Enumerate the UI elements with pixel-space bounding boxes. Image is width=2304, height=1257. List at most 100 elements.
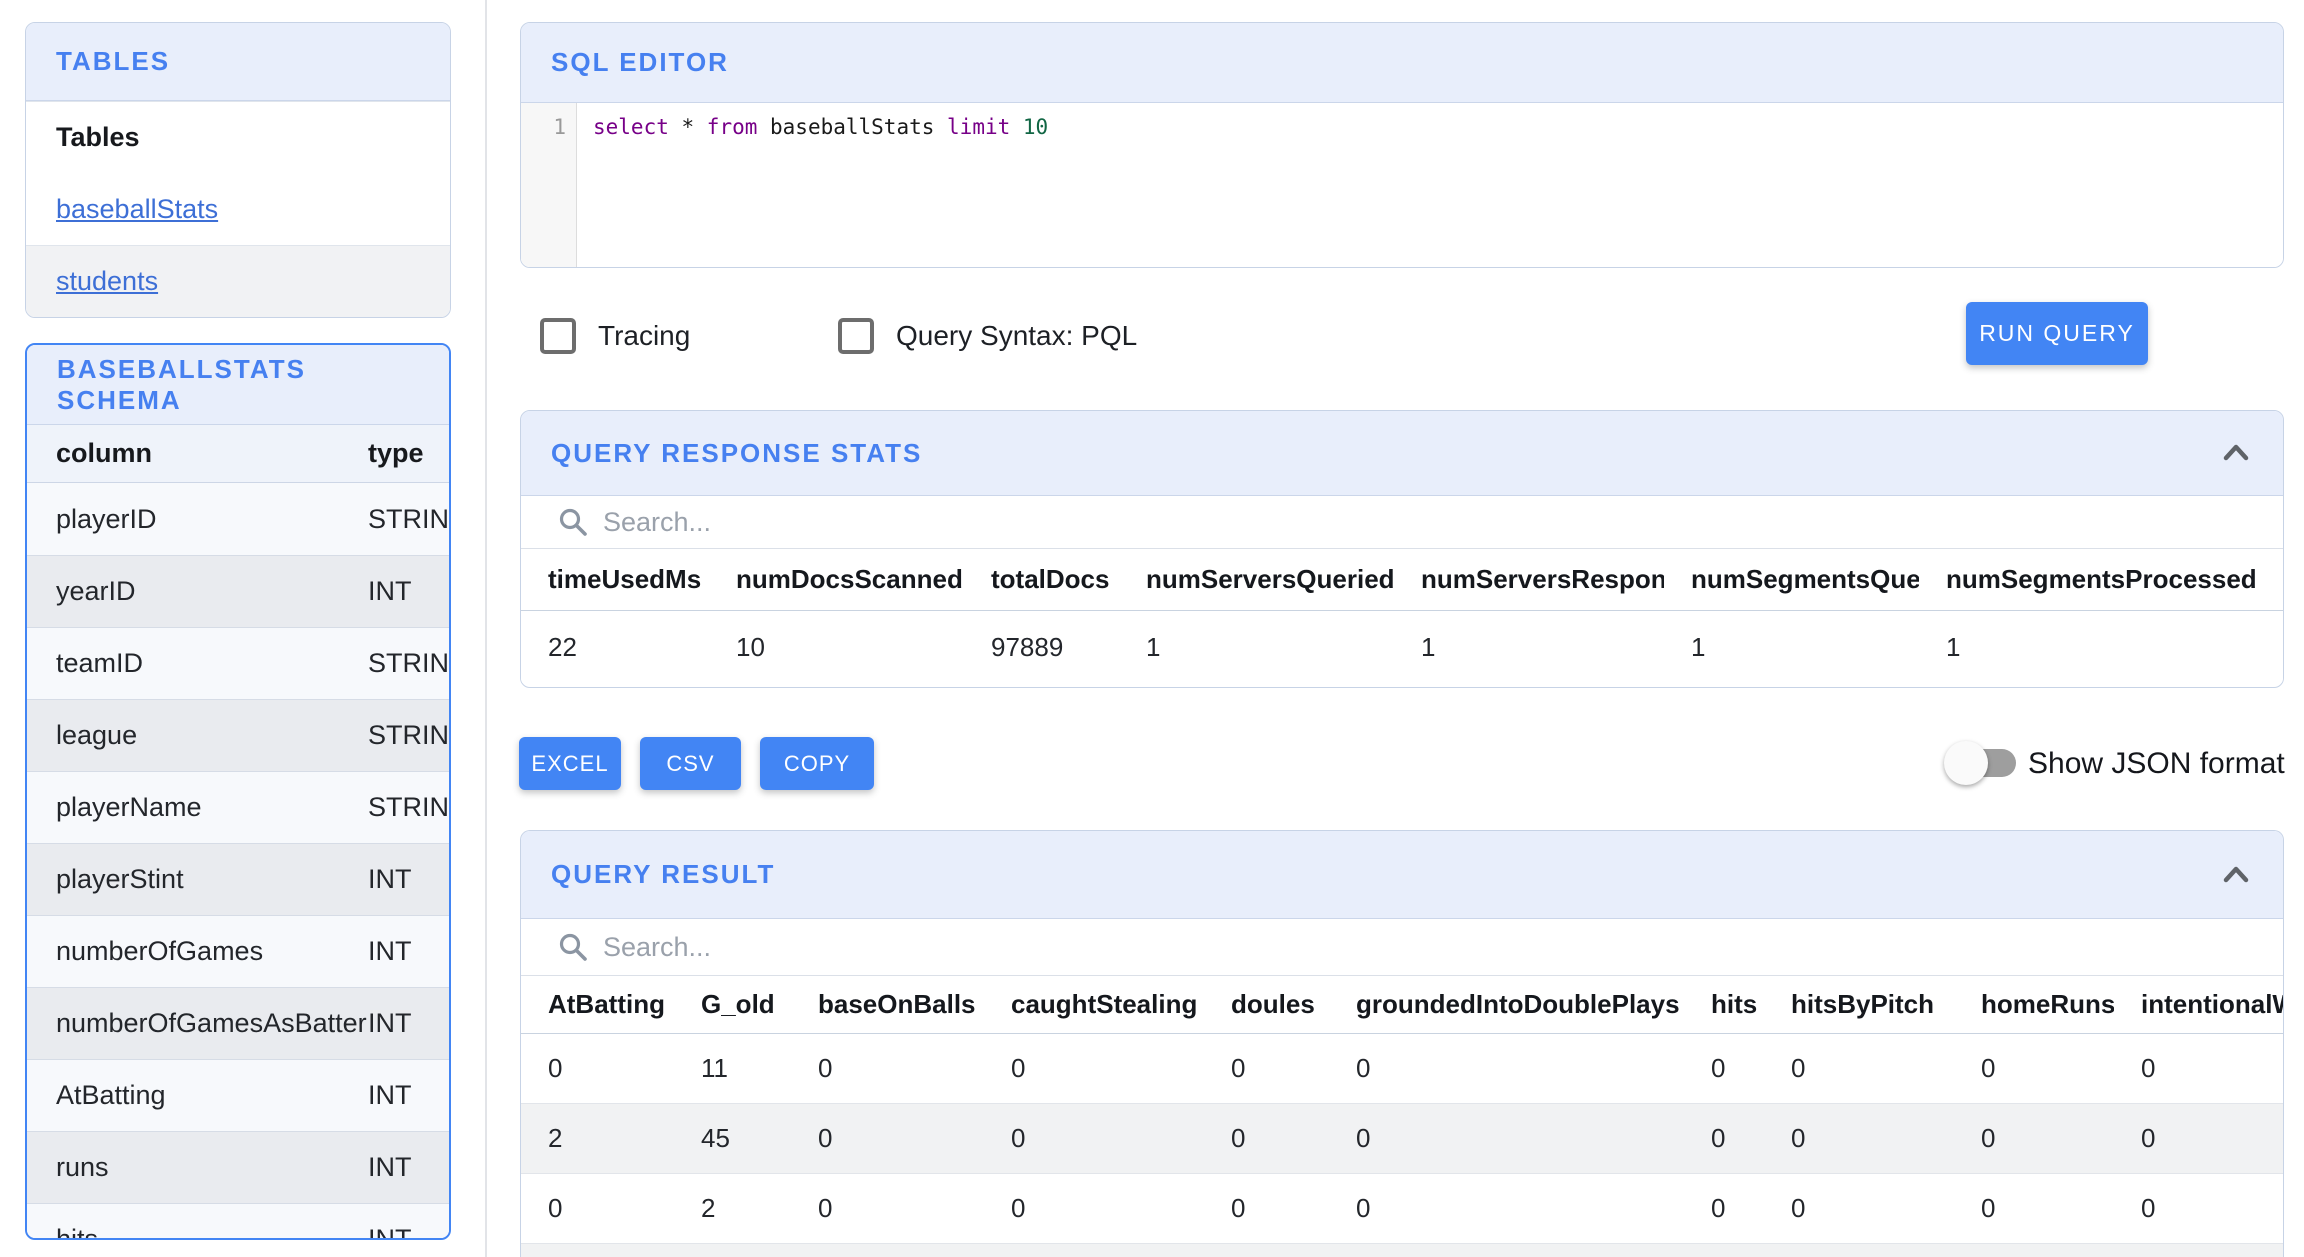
pql-syntax-label: Query Syntax: PQL (896, 320, 1138, 351)
baseballstats-schema-panel: BASEBALLSTATS SCHEMA column type playerI… (25, 343, 451, 1240)
editor-gutter: 1 (521, 103, 577, 267)
schema-table-header: column type (27, 425, 449, 483)
schema-panel-header: BASEBALLSTATS SCHEMA (27, 345, 449, 425)
stats-col-header: totalDocs (991, 564, 1110, 594)
schema-row: AtBatting INT (27, 1059, 449, 1131)
result-cell-value: 11 (701, 1053, 728, 1083)
schema-panel-title: BASEBALLSTATS SCHEMA (57, 353, 306, 415)
sql-token-keyword: limit (947, 115, 1011, 139)
result-table-row: 2 45 0 0 0 0 0 0 0 0 (521, 1104, 2283, 1174)
schema-column-name: playerID (56, 503, 157, 534)
table-list-item: baseballStats (26, 173, 450, 245)
excel-button[interactable]: EXCEL (519, 737, 621, 790)
result-col-header: G_old (701, 989, 775, 1019)
result-cell-value: 0 (1011, 1193, 1026, 1223)
stats-cell-value: 22 (548, 631, 577, 662)
result-cell-value: 0 (548, 1053, 563, 1083)
run-query-button[interactable]: RUN QUERY (1966, 302, 2148, 365)
schema-row: league STRING (27, 699, 449, 771)
result-col-header: hits (1711, 989, 1758, 1019)
result-cell-value: 0 (1791, 1123, 1806, 1153)
show-json-toggle-knob[interactable] (1944, 741, 1988, 785)
search-icon (559, 508, 587, 536)
schema-row: hits INT (27, 1203, 449, 1240)
tables-panel-title: TABLES (56, 46, 171, 76)
result-col-header: baseOnBalls (818, 989, 976, 1019)
result-search-row (521, 919, 2283, 976)
result-cell-value: 0 (2141, 1193, 2156, 1223)
result-cell-value: 0 (1981, 1053, 1996, 1083)
schema-column-type: INT (368, 576, 412, 606)
stats-col-header: numServersQueried (1146, 564, 1394, 594)
result-table-partial-row (521, 1244, 2283, 1257)
schema-type-header: type (368, 438, 424, 468)
pql-syntax-checkbox[interactable] (838, 318, 874, 354)
sql-token-keyword: from (706, 115, 758, 139)
result-cell-value: 45 (701, 1123, 730, 1153)
result-cell-value: 0 (1231, 1053, 1246, 1083)
schema-column-name: runs (56, 1152, 109, 1182)
stats-cell-value: 97889 (991, 631, 1064, 662)
result-cell-value: 0 (1011, 1053, 1026, 1083)
copy-button[interactable]: COPY (760, 737, 874, 790)
sql-code-editor[interactable]: 1 select * from baseballStats limit 10 (521, 103, 2283, 267)
table-link-baseballstats[interactable]: baseballStats (56, 194, 218, 225)
collapse-result-chevron-up-icon[interactable] (2219, 861, 2253, 889)
schema-row: teamID STRING (27, 627, 449, 699)
result-cell-value: 0 (818, 1123, 833, 1153)
tables-column-header: Tables (26, 101, 450, 173)
schema-column-name: AtBatting (56, 1080, 166, 1110)
result-col-header: hitsByPitch (1791, 989, 1935, 1019)
result-cell-value: 0 (1711, 1193, 1726, 1223)
schema-column-name: hits (56, 1224, 99, 1240)
line-number: 1 (553, 115, 566, 139)
schema-column-name: teamID (56, 648, 144, 678)
result-cell-value: 0 (1356, 1053, 1371, 1083)
result-cell-value: 0 (1981, 1123, 1996, 1153)
stats-col-header: timeUsedMs (548, 564, 702, 594)
result-panel-title: QUERY RESULT (551, 859, 776, 889)
result-col-header: homeRuns (1981, 989, 2114, 1019)
stats-table-data-row: 22 10 97889 1 1 1 1 (521, 611, 2283, 683)
result-col-header: caughtStealing (1011, 989, 1198, 1019)
stats-col-header: numSegmentsProcessed (1946, 564, 2257, 594)
result-cell-value: 0 (818, 1053, 833, 1083)
stats-cell-value: 10 (736, 631, 765, 662)
csv-button[interactable]: CSV (640, 737, 741, 790)
result-col-header: intentionalWalks (2141, 989, 2283, 1019)
tables-column-header-label: Tables (56, 122, 140, 152)
table-link-students[interactable]: students (56, 266, 158, 297)
tracing-checkbox[interactable] (540, 318, 576, 354)
result-cell-value: 0 (2141, 1123, 2156, 1153)
tables-panel: TABLES Tables baseballStats students (25, 22, 451, 318)
result-cell-value: 0 (1231, 1123, 1246, 1153)
search-icon (559, 933, 587, 961)
stats-col-header: numServersResponded (1421, 564, 1664, 594)
schema-row: playerName STRING (27, 771, 449, 843)
schema-row: numberOfGames INT (27, 915, 449, 987)
sql-query-text[interactable]: select * from baseballStats limit 10 (593, 115, 1048, 139)
result-cell-value: 0 (818, 1193, 833, 1223)
result-search-input[interactable] (603, 931, 2247, 963)
result-col-header: doules (1231, 989, 1315, 1019)
schema-column-type: INT (368, 864, 412, 894)
schema-column-name: league (56, 720, 138, 750)
stats-cell-value: 1 (1691, 631, 1706, 662)
schema-row: playerID STRING (27, 483, 449, 555)
result-table-row: 0 11 0 0 0 0 0 0 0 0 (521, 1034, 2283, 1104)
tables-panel-header: TABLES (26, 23, 450, 101)
schema-column-type: STRING (368, 503, 449, 534)
result-col-header: groundedIntoDoublePlays (1356, 989, 1680, 1019)
stats-search-input[interactable] (603, 506, 2247, 538)
schema-column-type: STRING (368, 720, 449, 750)
sql-token-keyword: select (593, 115, 669, 139)
result-cell-value: 2 (548, 1123, 563, 1153)
schema-column-name: playerName (56, 792, 202, 822)
schema-column-type: STRING (368, 648, 449, 678)
sql-token-plain: * (668, 115, 707, 139)
collapse-stats-chevron-up-icon[interactable] (2219, 439, 2253, 467)
result-cell-value: 0 (1791, 1053, 1806, 1083)
result-cell-value: 0 (1711, 1053, 1726, 1083)
show-json-label: Show JSON format (2028, 747, 2285, 780)
result-cell-value: 0 (548, 1193, 563, 1223)
